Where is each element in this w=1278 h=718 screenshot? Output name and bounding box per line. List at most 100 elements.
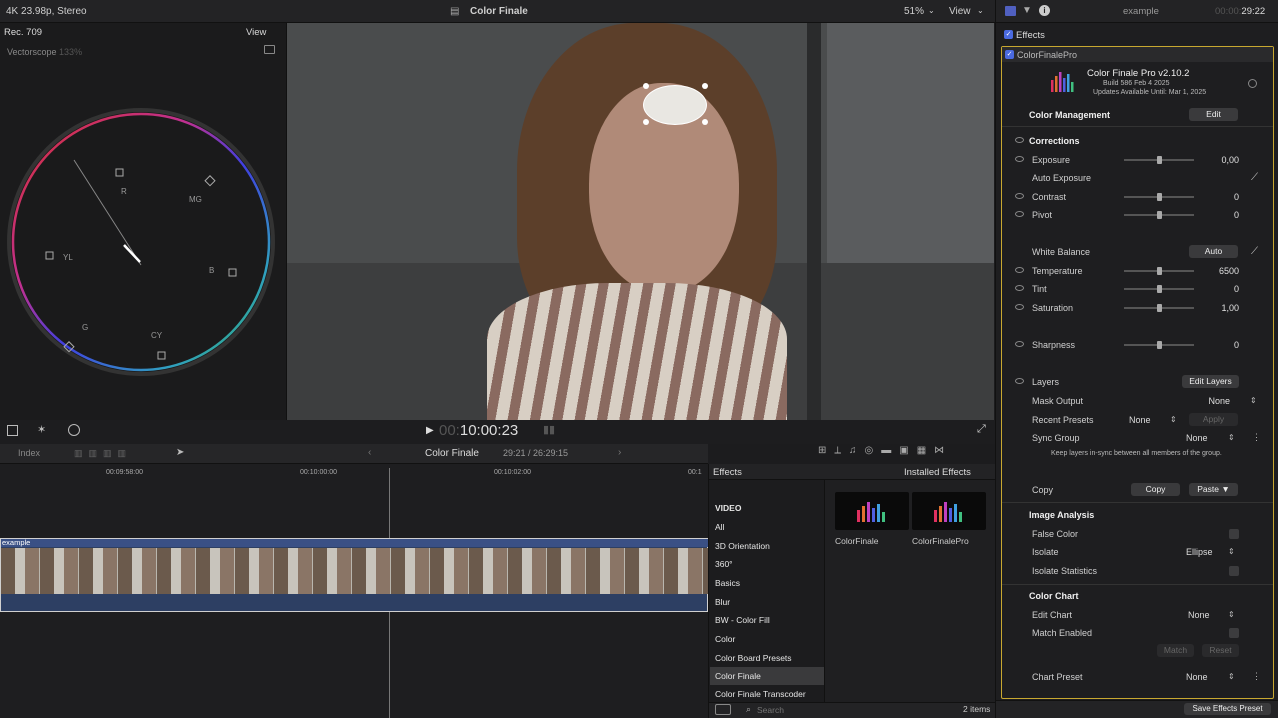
eyedropper-icon[interactable]: ⟋: [1251, 246, 1258, 257]
recent-presets-label: Recent Presets: [1032, 415, 1094, 425]
mask-handle[interactable]: [643, 119, 649, 125]
effect-name[interactable]: ColorFinale: [835, 536, 878, 546]
more-options-icon[interactable]: ⋮: [1252, 671, 1261, 682]
category-item[interactable]: Color Board Presets: [715, 653, 792, 663]
match-enabled-checkbox[interactable]: [1229, 628, 1239, 638]
speed-icon[interactable]: [68, 424, 80, 436]
copy-label: Copy: [1032, 485, 1054, 495]
temperature-value[interactable]: 6500: [1219, 266, 1239, 276]
striped-shirt: [487, 283, 787, 420]
eye-icon[interactable]: [1015, 341, 1024, 347]
exposure-value[interactable]: 0,00: [1221, 155, 1239, 165]
back-arrow-icon[interactable]: ‹: [368, 447, 371, 458]
eye-icon[interactable]: [1015, 193, 1024, 199]
category-item[interactable]: Basics: [715, 578, 740, 588]
play-icon[interactable]: ▶: [426, 425, 434, 436]
pivot-value[interactable]: 0: [1234, 210, 1239, 220]
project-name[interactable]: Color Finale: [425, 448, 479, 459]
sync-group-row: Sync Group None ⇕ ⋮: [996, 429, 1278, 447]
temperature-slider[interactable]: [1124, 267, 1194, 275]
sync-group-dropdown[interactable]: None: [1186, 433, 1208, 443]
sharpness-value[interactable]: 0: [1234, 340, 1239, 350]
eye-icon[interactable]: [1015, 137, 1024, 143]
timeline-clip[interactable]: example: [0, 538, 709, 612]
viewer-image[interactable]: [287, 23, 994, 420]
contrast-slider[interactable]: [1124, 193, 1194, 201]
transform-icon[interactable]: [7, 425, 18, 436]
category-item[interactable]: Color Finale Transcoder: [715, 689, 806, 699]
eye-icon[interactable]: [1015, 304, 1024, 310]
apply-button[interactable]: Apply: [1189, 413, 1238, 426]
edit-chart-dropdown[interactable]: None: [1188, 610, 1210, 620]
plugin-menu-icon[interactable]: [1248, 79, 1257, 88]
category-item[interactable]: Color: [715, 634, 735, 644]
timeline[interactable]: 00:09:58:00 00:10:00:00 00:10:02:00 00:1…: [0, 464, 709, 718]
view-dropdown[interactable]: View: [949, 6, 971, 17]
eye-icon[interactable]: [1015, 267, 1024, 273]
tint-value[interactable]: 0: [1234, 284, 1239, 294]
effect-thumbnail[interactable]: [835, 492, 909, 530]
timeline-tools-icons[interactable]: ⊞⟂♫◎▬▣▦⋈: [818, 445, 998, 456]
edit-tools-icons[interactable]: ▥▥▥▥: [74, 448, 132, 459]
chevron-down-icon: ⌄: [928, 6, 935, 15]
forward-arrow-icon[interactable]: ›: [618, 447, 621, 458]
category-item-selected[interactable]: Color Finale: [715, 671, 761, 681]
mask-handle[interactable]: [643, 83, 649, 89]
installed-effects-dropdown[interactable]: Installed Effects: [904, 467, 971, 478]
isolate-dropdown[interactable]: Ellipse: [1186, 547, 1213, 557]
sharpness-slider[interactable]: [1124, 341, 1194, 349]
fullscreen-icon[interactable]: ⤢: [977, 423, 986, 436]
category-item[interactable]: BW - Color Fill: [715, 615, 770, 625]
tint-slider[interactable]: [1124, 285, 1194, 293]
category-item[interactable]: Blur: [715, 597, 730, 607]
match-button[interactable]: Match: [1157, 644, 1194, 657]
white-balance-auto-button[interactable]: Auto: [1189, 245, 1238, 258]
reset-button[interactable]: Reset: [1202, 644, 1239, 657]
color-management-edit-button[interactable]: Edit: [1189, 108, 1238, 121]
chart-preset-dropdown[interactable]: None: [1186, 672, 1208, 682]
plugin-checkbox[interactable]: ✓: [1005, 50, 1014, 59]
recent-presets-dropdown[interactable]: None: [1129, 415, 1151, 425]
filter-icon[interactable]: ▼: [1022, 5, 1032, 16]
video-inspector-icon[interactable]: [1005, 6, 1016, 16]
mask-output-dropdown[interactable]: None: [1208, 396, 1230, 406]
category-item[interactable]: 360°: [715, 559, 733, 569]
category-item[interactable]: All: [715, 522, 724, 532]
scope-view-dropdown[interactable]: View: [246, 27, 266, 38]
eye-icon[interactable]: [1015, 285, 1024, 291]
index-button[interactable]: Index: [18, 448, 40, 458]
mask-handle[interactable]: [702, 83, 708, 89]
effects-search-input[interactable]: [757, 704, 907, 715]
effect-name[interactable]: ColorFinalePro: [912, 536, 969, 546]
edit-layers-button[interactable]: Edit Layers: [1182, 375, 1239, 388]
mask-handle[interactable]: [702, 119, 708, 125]
effects-checkbox[interactable]: ✓: [1004, 30, 1013, 39]
eye-icon[interactable]: [1015, 378, 1024, 384]
saturation-value[interactable]: 1,00: [1221, 303, 1239, 313]
category-item[interactable]: 3D Orientation: [715, 541, 770, 551]
eyedropper-icon[interactable]: ⟋: [1251, 172, 1258, 183]
copy-button[interactable]: Copy: [1131, 483, 1180, 496]
scope-settings-icon[interactable]: [264, 45, 275, 54]
contrast-value[interactable]: 0: [1234, 192, 1239, 202]
time-ruler[interactable]: 00:09:58:00 00:10:00:00 00:10:02:00 00:1: [0, 464, 708, 478]
saturation-slider[interactable]: [1124, 304, 1194, 312]
more-options-icon[interactable]: ⋮: [1252, 432, 1261, 443]
isolate-ellipse-mask[interactable]: [643, 85, 707, 125]
tint-row: Tint 0: [996, 280, 1278, 298]
effect-thumbnail[interactable]: [912, 492, 986, 530]
timecode-display[interactable]: 00:10:00:23: [439, 422, 518, 439]
sidebar-toggle-icon[interactable]: [715, 704, 731, 715]
eye-icon[interactable]: [1015, 156, 1024, 162]
false-color-checkbox[interactable]: [1229, 529, 1239, 539]
isolate-statistics-checkbox[interactable]: [1229, 566, 1239, 576]
eye-icon[interactable]: [1015, 211, 1024, 217]
save-effects-preset-button[interactable]: Save Effects Preset: [1184, 703, 1271, 715]
magic-wand-icon[interactable]: ✶: [37, 423, 46, 436]
pivot-slider[interactable]: [1124, 211, 1194, 219]
exposure-slider[interactable]: [1124, 156, 1194, 164]
paste-button[interactable]: Paste ▼: [1189, 483, 1238, 496]
zoom-dropdown[interactable]: 51%: [904, 6, 924, 17]
pointer-tool-icon[interactable]: ➤: [176, 447, 184, 458]
info-icon[interactable]: i: [1039, 5, 1050, 16]
